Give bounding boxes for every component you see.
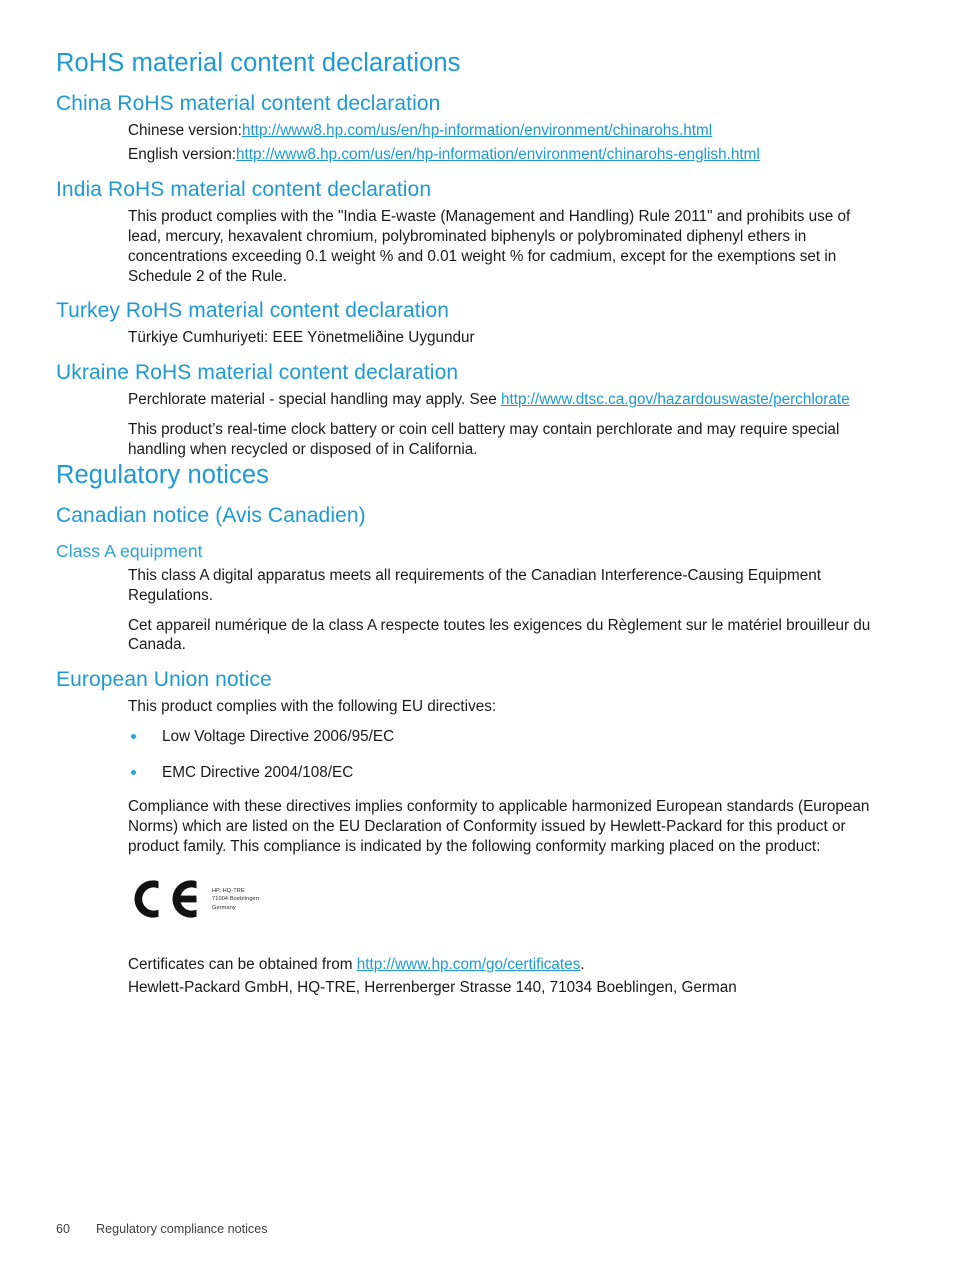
heading-india-rohs-material-content-declaration: India RoHS material content declaration: [56, 177, 432, 201]
chinese-version-label: Chinese version:: [128, 122, 242, 140]
ce-marking-block: HP, HQ-TRE 71004 Boeblingen Germany: [128, 879, 874, 935]
document-page: RoHS material content declarations China…: [0, 0, 954, 1271]
turkey-rohs-body: Türkiye Cumhuriyeti: EEE Yönetmeliðine U…: [128, 328, 874, 348]
eu-directives-list: Low Voltage Directive 2006/95/EC EMC Dir…: [128, 727, 874, 783]
heading-ukraine-rohs-material-content-declaration: Ukraine RoHS material content declaratio…: [56, 361, 459, 385]
india-rohs-body: This product complies with the "India E-…: [128, 207, 874, 287]
ukraine-rohs-perchlorate-paragraph: Perchlorate material - special handling …: [128, 390, 874, 410]
certificates-text: Certificates can be obtained from: [128, 955, 357, 973]
class-a-equipment-body: This class A digital apparatus meets all…: [128, 566, 874, 656]
english-version-link[interactable]: http://www8.hp.com/us/en/hp-information/…: [236, 146, 760, 163]
dtsc-perchlorate-link[interactable]: http://www.dtsc.ca.gov/hazardouswaste/pe…: [501, 391, 850, 408]
ce-marking-icon: [134, 879, 197, 918]
hewlett-packard-address-line: Hewlett-Packard GmbH, HQ-TRE, Herrenberg…: [128, 979, 737, 997]
ce-address-line-3: Germany: [212, 904, 236, 911]
eu-directive-label: Low Voltage Directive 2006/95/EC: [162, 728, 395, 746]
eu-directives-intro: This product complies with the following…: [128, 698, 497, 716]
india-rohs-paragraph: This product complies with the "India E-…: [128, 207, 851, 285]
heading-china-rohs-material-content-declaration: China RoHS material content declaration: [56, 92, 441, 116]
heading-class-a-equipment: Class A equipment: [56, 541, 203, 562]
footer-page-number: 60: [56, 1222, 71, 1236]
perchlorate-text: Perchlorate material - special handling …: [128, 391, 501, 409]
china-rohs-chinese-version-line: Chinese version:http://www8.hp.com/us/en…: [128, 121, 874, 141]
ukraine-rohs-body: Perchlorate material - special handling …: [128, 390, 874, 460]
eu-notice-body: This product complies with the following…: [128, 697, 874, 856]
class-a-french-paragraph: Cet appareil numérique de la class A res…: [128, 616, 871, 654]
eu-directive-label: EMC Directive 2004/108/EC: [162, 764, 354, 782]
page-footer: 60 Regulatory compliance notices: [56, 1222, 268, 1236]
china-rohs-body: Chinese version:http://www8.hp.com/us/en…: [128, 121, 874, 165]
heading-canadian-notice: Canadian notice (Avis Canadien): [56, 504, 366, 528]
ce-marking-address: HP, HQ-TRE 71004 Boeblingen Germany: [212, 887, 259, 913]
turkey-rohs-paragraph: Türkiye Cumhuriyeti: EEE Yönetmeliðine U…: [128, 329, 475, 347]
certificates-link[interactable]: http://www.hp.com/go/certificates: [357, 956, 581, 973]
bullet-dot-icon: [131, 734, 136, 740]
list-item: Low Voltage Directive 2006/95/EC: [128, 727, 874, 747]
ce-address-line-1: HP, HQ-TRE: [212, 887, 245, 894]
heading-european-union-notice: European Union notice: [56, 668, 272, 692]
eu-compliance-paragraph: Compliance with these directives implies…: [128, 797, 870, 855]
footer-chapter-title: Regulatory compliance notices: [96, 1222, 268, 1236]
class-a-english-paragraph: This class A digital apparatus meets all…: [128, 566, 821, 604]
heading-rohs-material-content-declarations: RoHS material content declarations: [56, 49, 461, 77]
certificates-paragraph: Certificates can be obtained from http:/…: [128, 955, 874, 975]
heading-regulatory-notices: Regulatory notices: [56, 460, 269, 489]
ukraine-rohs-battery-paragraph: This product’s real-time clock battery o…: [128, 421, 840, 459]
page-content: RoHS material content declarations China…: [56, 48, 874, 998]
heading-turkey-rohs-material-content-declaration: Turkey RoHS material content declaration: [56, 299, 450, 323]
certificates-period: .: [580, 955, 585, 973]
list-item: EMC Directive 2004/108/EC: [128, 763, 874, 783]
chinese-version-link[interactable]: http://www8.hp.com/us/en/hp-information/…: [242, 122, 712, 139]
ce-address-line-2: 71004 Boeblingen: [212, 896, 260, 903]
china-rohs-english-version-line: English version:http://www8.hp.com/us/en…: [128, 145, 874, 165]
eu-notice-footer-block: Certificates can be obtained from http:/…: [128, 955, 874, 999]
english-version-label: English version:: [128, 146, 236, 164]
bullet-dot-icon: [131, 770, 136, 776]
